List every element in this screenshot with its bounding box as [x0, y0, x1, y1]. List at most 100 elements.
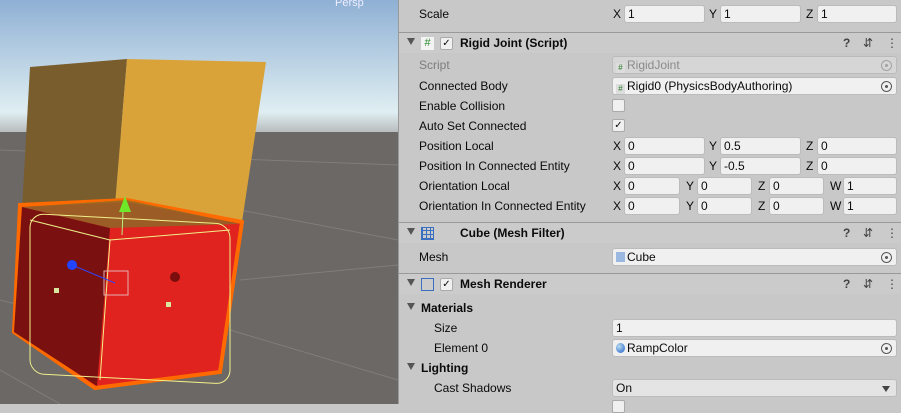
- x-label: X: [613, 7, 622, 21]
- preset-icon[interactable]: ⇵: [863, 277, 873, 291]
- component-title: Mesh Renderer: [460, 277, 547, 291]
- y-label: Y: [709, 159, 718, 173]
- position-local-y-field[interactable]: 0.5: [720, 137, 801, 155]
- mesh-value: Cube: [627, 250, 656, 264]
- position-in-connected-label: Position In Connected Entity: [419, 159, 570, 173]
- x-axis-handle[interactable]: [170, 272, 180, 282]
- partial-checkbox[interactable]: [612, 400, 625, 413]
- mesh-grid-icon: [616, 252, 625, 262]
- z-label: Z: [758, 199, 766, 213]
- scale-row: Scale X 1 Y 1 Z 1: [399, 4, 901, 24]
- cast-shadows-row: Cast Shadows On: [399, 378, 901, 398]
- top-cube-right-face: [115, 59, 266, 222]
- connected-body-row: Connected Body # Rigid0 (PhysicsBodyAutho…: [399, 76, 901, 96]
- component-title: Cube (Mesh Filter): [460, 226, 565, 240]
- element0-field[interactable]: RampColor: [612, 339, 897, 357]
- help-icon[interactable]: ?: [843, 36, 850, 50]
- object-picker-icon[interactable]: [881, 343, 892, 354]
- script-label: Script: [419, 58, 450, 72]
- orientation-in-connected-label: Orientation In Connected Entity: [419, 199, 586, 213]
- enable-collision-checkbox[interactable]: [612, 99, 625, 112]
- orientation-in-connected-x-field[interactable]: 0: [624, 197, 680, 215]
- more-menu-icon[interactable]: ⋮: [886, 226, 898, 240]
- y-label: Y: [709, 139, 718, 153]
- position-in-connected-x-field[interactable]: 0: [624, 157, 705, 175]
- script-field: # RigidJoint: [612, 56, 897, 74]
- position-local-x-field[interactable]: 0: [624, 137, 705, 155]
- mesh-renderer-icon: [421, 278, 434, 291]
- orientation-local-y-field[interactable]: 0: [697, 177, 752, 195]
- connected-body-field[interactable]: # Rigid0 (PhysicsBodyAuthoring): [612, 77, 897, 95]
- scale-z-field[interactable]: 1: [817, 5, 897, 23]
- preset-icon[interactable]: ⇵: [863, 36, 873, 50]
- orientation-local-w-field[interactable]: 1: [843, 177, 897, 195]
- orientation-local-x-field[interactable]: 0: [624, 177, 680, 195]
- mesh-renderer-header[interactable]: ✓ Mesh Renderer ? ⇵ ⋮: [399, 273, 901, 294]
- orientation-local-row: Orientation Local X 0 Y 0 Z 0 W 1: [399, 176, 901, 196]
- material-sphere-icon: [616, 343, 625, 353]
- orientation-in-connected-z-field[interactable]: 0: [769, 197, 824, 215]
- help-icon[interactable]: ?: [843, 226, 850, 240]
- script-row: Script # RigidJoint: [399, 55, 901, 75]
- mesh-field[interactable]: Cube: [612, 248, 897, 266]
- position-in-connected-y-field[interactable]: -0.5: [720, 157, 801, 175]
- position-in-connected-z-field[interactable]: 0: [817, 157, 897, 175]
- orientation-local-label: Orientation Local: [419, 179, 510, 193]
- size-field[interactable]: 1: [612, 319, 897, 337]
- z-label: Z: [806, 159, 814, 173]
- mesh-renderer-enabled-checkbox[interactable]: ✓: [440, 278, 453, 291]
- lighting-label: Lighting: [421, 361, 469, 375]
- scene-view[interactable]: Persp: [0, 0, 398, 404]
- enable-collision-label: Enable Collision: [419, 99, 506, 113]
- auto-set-connected-label: Auto Set Connected: [419, 119, 527, 133]
- mesh-row: Mesh Cube: [399, 247, 901, 267]
- auto-set-connected-row: Auto Set Connected ✓: [399, 116, 901, 136]
- lighting-foldout[interactable]: Lighting: [399, 358, 901, 378]
- element0-row: Element 0 RampColor: [399, 338, 901, 358]
- x-label: X: [613, 139, 622, 153]
- z-label: Z: [806, 139, 814, 153]
- foldout-arrow-icon[interactable]: [407, 38, 415, 45]
- y-label: Y: [709, 7, 718, 21]
- mesh-filter-header[interactable]: Cube (Mesh Filter) ? ⇵ ⋮: [399, 222, 901, 243]
- enable-collision-row: Enable Collision: [399, 96, 901, 116]
- rigid-joint-header[interactable]: # ✓ Rigid Joint (Script) ? ⇵ ⋮: [399, 32, 901, 53]
- top-cube-left-face: [22, 59, 127, 210]
- orientation-local-z-field[interactable]: 0: [769, 177, 824, 195]
- connected-body-label: Connected Body: [419, 79, 508, 93]
- more-menu-icon[interactable]: ⋮: [886, 36, 898, 50]
- rigid-joint-enabled-checkbox[interactable]: ✓: [440, 37, 453, 50]
- mesh-label: Mesh: [419, 250, 449, 264]
- scale-x-field[interactable]: 1: [624, 5, 705, 23]
- inspector-panel: Scale X 1 Y 1 Z 1 # ✓ Rigid Joint (Scrip…: [399, 0, 901, 413]
- z-label: Z: [806, 7, 814, 21]
- foldout-arrow-icon[interactable]: [407, 279, 415, 286]
- w-label: W: [830, 199, 842, 213]
- more-menu-icon[interactable]: ⋮: [886, 277, 898, 291]
- position-local-z-field[interactable]: 0: [817, 137, 897, 155]
- size-label: Size: [434, 321, 458, 335]
- object-picker-icon[interactable]: [881, 81, 892, 92]
- object-picker-icon[interactable]: [881, 252, 892, 263]
- scale-y-field[interactable]: 1: [720, 5, 801, 23]
- script-value: RigidJoint: [627, 58, 680, 72]
- help-icon[interactable]: ?: [843, 277, 850, 291]
- z-axis-handle[interactable]: [67, 260, 77, 270]
- chevron-down-icon: [882, 386, 890, 392]
- script-icon: #: [616, 84, 625, 94]
- orientation-in-connected-y-field[interactable]: 0: [697, 197, 752, 215]
- orientation-in-connected-w-field[interactable]: 1: [843, 197, 897, 215]
- x-label: X: [613, 159, 622, 173]
- view-label[interactable]: Persp: [335, 0, 364, 9]
- auto-set-connected-checkbox[interactable]: ✓: [612, 119, 625, 132]
- preset-icon[interactable]: ⇵: [863, 226, 873, 240]
- scale-label: Scale: [419, 7, 450, 21]
- cast-shadows-dropdown[interactable]: On: [612, 379, 897, 397]
- foldout-arrow-icon[interactable]: [407, 228, 415, 235]
- mesh-grid-icon: [421, 227, 434, 240]
- x-label: X: [613, 179, 622, 193]
- materials-foldout[interactable]: Materials: [399, 298, 901, 318]
- cast-shadows-value: On: [616, 381, 633, 395]
- component-title: Rigid Joint (Script): [460, 36, 568, 50]
- position-in-connected-row: Position In Connected Entity X 0 Y -0.5 …: [399, 156, 901, 176]
